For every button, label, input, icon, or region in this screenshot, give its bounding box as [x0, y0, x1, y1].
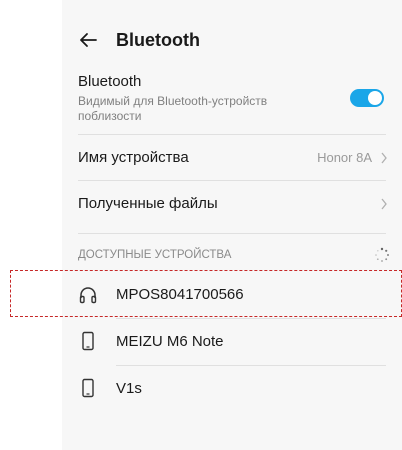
device-item[interactable]: V1s	[62, 366, 402, 412]
device-item[interactable]: MEIZU M6 Note	[62, 319, 402, 365]
phone-icon	[82, 378, 94, 398]
toggle-knob	[368, 91, 382, 105]
bluetooth-description-line2: поблизости	[78, 109, 142, 123]
device-name-label: Имя устройства	[78, 149, 189, 166]
available-devices-header: ДОСТУПНЫЕ УСТРОЙСТВА	[62, 240, 402, 270]
chevron-right-icon	[381, 152, 387, 164]
bluetooth-toggle[interactable]	[350, 89, 384, 107]
device-name: V1s	[116, 380, 142, 397]
app-bar: Bluetooth	[62, 0, 402, 68]
loading-spinner-icon	[375, 247, 389, 262]
headphones-icon	[79, 287, 97, 304]
received-files-row[interactable]: Полученные файлы	[62, 181, 402, 226]
device-item[interactable]: MPOS8041700566	[62, 272, 402, 318]
bluetooth-toggle-row[interactable]: Bluetooth Видимый для Bluetooth-устройст…	[62, 68, 402, 134]
back-arrow-icon[interactable]	[78, 30, 98, 50]
page-title: Bluetooth	[116, 30, 200, 50]
bluetooth-label: Bluetooth	[78, 73, 142, 90]
device-name-value: Honor 8A	[317, 150, 372, 165]
device-name: MPOS8041700566	[116, 286, 244, 303]
phone-icon	[82, 331, 94, 351]
bluetooth-description-line1: Видимый для Bluetooth-устройств	[78, 94, 268, 108]
device-name-row[interactable]: Имя устройства Honor 8A	[62, 135, 402, 180]
chevron-right-icon	[381, 198, 387, 210]
available-devices-title: ДОСТУПНЫЕ УСТРОЙСТВА	[78, 249, 232, 261]
divider	[78, 233, 386, 234]
device-name: MEIZU M6 Note	[116, 333, 224, 350]
bluetooth-settings-screen: Bluetooth Bluetooth Видимый для Bluetoot…	[62, 0, 402, 450]
received-files-label: Полученные файлы	[78, 195, 218, 212]
